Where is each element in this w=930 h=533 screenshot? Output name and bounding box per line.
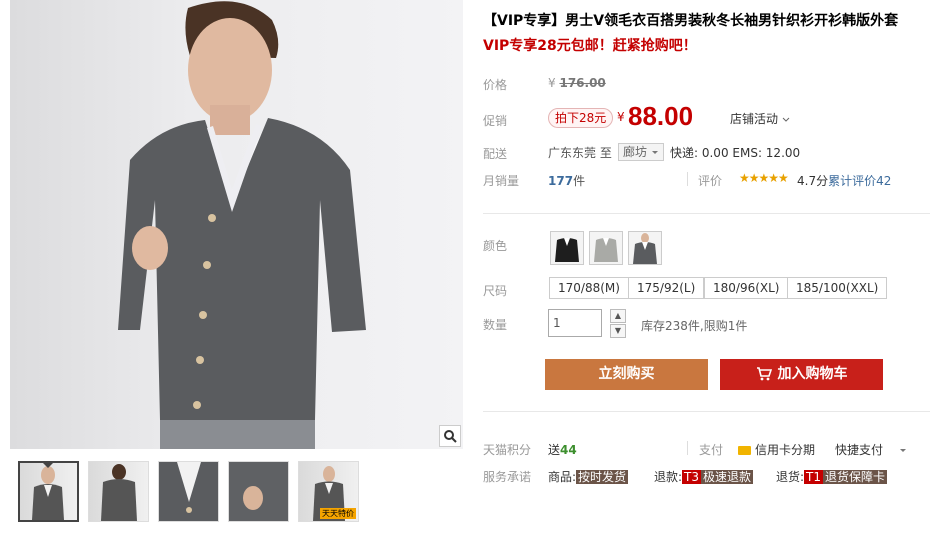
- rating-score: 4.7分: [797, 174, 829, 188]
- thumbnail-badge: 天天特价: [320, 508, 356, 519]
- store-activity-label: 店铺活动: [730, 112, 779, 126]
- on-time-delivery-tag: 按时发货: [576, 470, 629, 484]
- monthly-sales-unit: 件: [573, 174, 586, 188]
- model-wearing-cardigan-image: [118, 1, 366, 449]
- points-prefix: 送: [548, 443, 561, 457]
- credit-card-installment[interactable]: 信用卡分期: [738, 441, 815, 458]
- cart-icon: [756, 367, 772, 381]
- size-option-xxl[interactable]: 185/100(XXL): [787, 277, 888, 299]
- current-price: 88.00: [628, 101, 694, 131]
- price-label: 价格: [483, 78, 508, 92]
- rating-label: 评价: [698, 174, 723, 188]
- original-price-value: 176.00: [559, 76, 606, 90]
- quantity-label: 数量: [483, 318, 508, 332]
- service-refund[interactable]: 退款: T3 极速退款: [654, 468, 754, 485]
- currency-symbol: ¥: [548, 76, 556, 90]
- rating-summary[interactable]: 4.7分累计评价42: [797, 172, 891, 189]
- original-price: ¥ 176.00: [548, 76, 606, 90]
- points-label: 天猫积分: [483, 443, 532, 457]
- size-option-m[interactable]: 170/88(M): [549, 277, 629, 299]
- add-to-cart-button[interactable]: 加入购物车: [720, 359, 883, 390]
- store-activity-dropdown[interactable]: 店铺活动: [730, 110, 790, 127]
- points-value: 送44: [548, 441, 577, 458]
- shipping-label: 配送: [483, 147, 508, 161]
- size-label: 尺码: [483, 284, 508, 298]
- thumbnail-4[interactable]: [228, 461, 289, 522]
- ship-origin: 广东东莞: [548, 146, 597, 160]
- quantity-input[interactable]: 1: [548, 309, 602, 337]
- chevron-down-icon: [651, 151, 658, 154]
- shipping-fees: 快递: 0.00 EMS: 12.00: [670, 146, 801, 160]
- payment-label: 支付: [699, 443, 724, 457]
- color-swatch-light-gray[interactable]: [589, 231, 623, 265]
- quick-pay-label: 快捷支付: [835, 443, 884, 457]
- refund-label: 退款:: [654, 470, 683, 484]
- return-t1-badge: T1: [804, 470, 824, 484]
- spin-down-icon[interactable]: ▼: [610, 324, 626, 338]
- product-title: 【VIP专享】男士V领毛衣百搭男装秋冬长袖男针织衫开衫韩版外套: [483, 13, 899, 29]
- service-label: 服务承诺: [483, 470, 532, 484]
- return-label: 退货:: [776, 470, 805, 484]
- color-swatch-dark-gray[interactable]: [628, 231, 662, 265]
- ship-to-word: 至: [599, 146, 612, 160]
- chevron-down-icon: [782, 117, 790, 122]
- monthly-sales-count: 177: [548, 174, 574, 188]
- refund-t3-badge: T3: [682, 470, 702, 484]
- zoom-icon[interactable]: [439, 425, 461, 447]
- cumulative-reviews-count[interactable]: 42: [876, 174, 891, 188]
- size-option-l[interactable]: 175/92(L): [628, 277, 705, 299]
- add-to-cart-label: 加入购物车: [777, 366, 848, 382]
- divider: [687, 441, 688, 455]
- price-currency-symbol: ¥: [617, 110, 625, 124]
- service-return[interactable]: 退货: T1 退货保障卡: [776, 468, 888, 485]
- section-divider: [483, 411, 930, 412]
- size-option-xl[interactable]: 180/96(XL): [704, 277, 789, 299]
- destination-value: 廊坊: [623, 145, 648, 159]
- discount-badge: 拍下28元: [548, 108, 614, 128]
- credit-card-label: 信用卡分期: [755, 443, 816, 457]
- monthly-sales-label: 月销量: [483, 174, 520, 188]
- cumulative-reviews-label[interactable]: 累计评价: [828, 174, 876, 188]
- stock-info: 库存238件,限购1件: [641, 319, 748, 333]
- destination-select[interactable]: 廊坊: [618, 143, 664, 161]
- rating-stars: ★★★★★: [739, 171, 789, 185]
- quick-pay-dropdown[interactable]: 快捷支付: [835, 441, 907, 458]
- chevron-down-icon: [899, 449, 906, 452]
- thumbnail-1[interactable]: [18, 461, 79, 522]
- vip-promo-text: VIP专享28元包邮！赶紧抢购吧！: [483, 38, 697, 54]
- promo-label: 促销: [483, 114, 508, 128]
- goods-label: 商品:: [548, 470, 577, 484]
- fast-refund-tag: 极速退款: [701, 470, 754, 484]
- thumbnail-3[interactable]: [158, 461, 219, 522]
- return-guarantee-tag: 退货保障卡: [823, 470, 888, 484]
- thumbnail-5[interactable]: 天天特价: [298, 461, 359, 522]
- monthly-sales: 177件: [548, 172, 585, 189]
- service-goods[interactable]: 商品: 按时发货: [548, 468, 629, 485]
- color-label: 颜色: [483, 239, 508, 253]
- product-gallery: 天天特价: [10, 0, 463, 533]
- section-divider: [483, 213, 930, 214]
- thumbnail-2[interactable]: [88, 461, 149, 522]
- color-swatch-black[interactable]: [550, 231, 584, 265]
- spin-up-icon[interactable]: ▲: [610, 309, 626, 323]
- buy-now-button[interactable]: 立刻购买: [545, 359, 708, 390]
- ship-from: 广东东莞 至: [548, 144, 612, 161]
- thumbnail-strip: 天天特价: [18, 461, 359, 522]
- main-product-photo[interactable]: [10, 0, 463, 449]
- points-amount: 44: [560, 443, 577, 457]
- credit-card-icon: [738, 446, 751, 455]
- divider: [687, 172, 688, 186]
